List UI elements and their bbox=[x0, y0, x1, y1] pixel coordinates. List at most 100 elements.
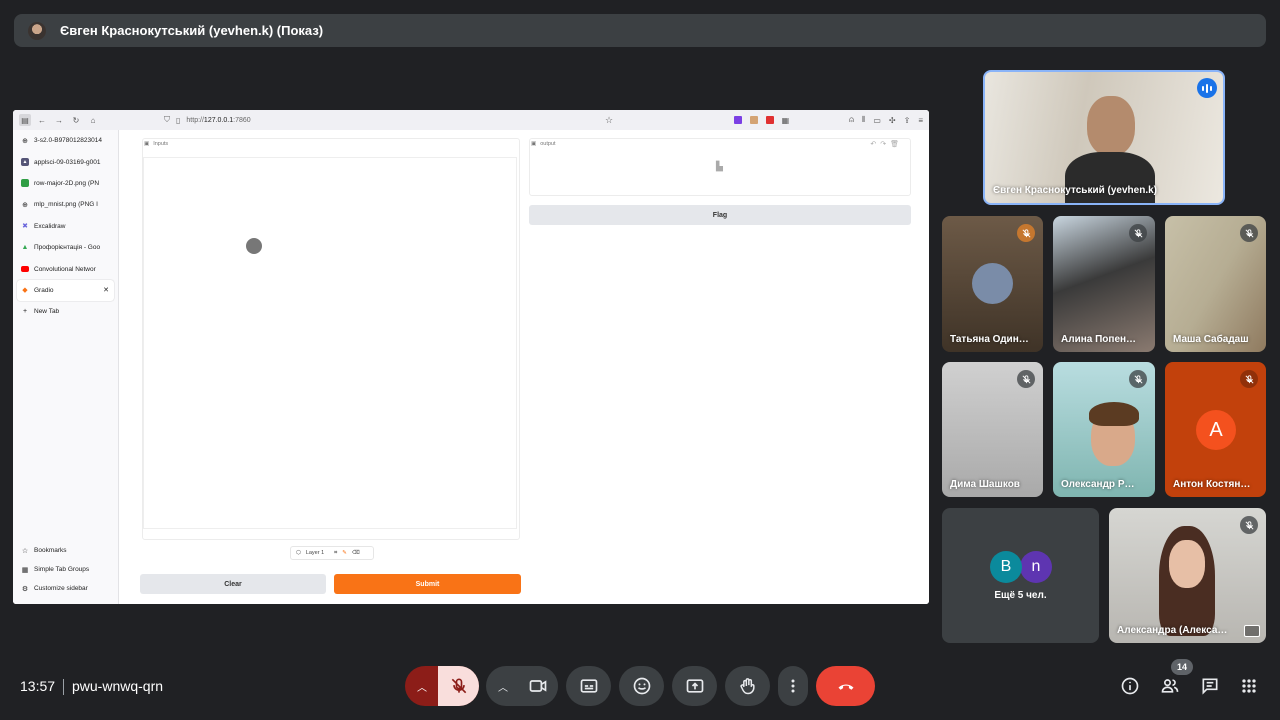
mic-off-icon bbox=[1129, 224, 1147, 242]
tab-item[interactable]: ⊕ 3-s2.0-B978012823014 bbox=[13, 130, 118, 151]
sidebar-bottom-label: Simple Tab Groups bbox=[34, 566, 90, 573]
participant-tile[interactable]: Дима Шашков bbox=[942, 362, 1043, 497]
hand-icon bbox=[739, 678, 755, 695]
clock: 13:57 bbox=[20, 678, 56, 694]
grid-icon: ▦ bbox=[21, 566, 29, 574]
layer-label[interactable]: Layer 1 bbox=[306, 550, 324, 556]
apps-grid-icon bbox=[1242, 679, 1256, 693]
ublock-icon[interactable] bbox=[765, 116, 774, 124]
page-icon: ▯ bbox=[176, 115, 181, 125]
crop-icon[interactable]: ⌗ bbox=[334, 550, 337, 557]
tab-item[interactable]: ▲ Профорієнтація - Goo bbox=[13, 237, 118, 258]
flag-button[interactable]: Flag bbox=[529, 205, 911, 225]
close-tab-icon[interactable]: ✕ bbox=[103, 286, 109, 294]
tab-label: Профорієнтація - Goo bbox=[34, 244, 101, 252]
mic-off-icon bbox=[1240, 370, 1258, 388]
star-icon: ☆ bbox=[21, 547, 29, 555]
tab-item[interactable]: ⊕ mlp_mnist.png (PNG I bbox=[13, 194, 118, 215]
sidebar-bookmarks[interactable]: ☆ Bookmarks bbox=[13, 541, 118, 560]
participant-tile[interactable]: Олександр Р… bbox=[1053, 362, 1155, 497]
library-icon[interactable]: ⫴ bbox=[862, 115, 865, 125]
tab-item-active[interactable]: ◆ Gradio ✕ bbox=[17, 279, 114, 302]
reactions-button[interactable] bbox=[619, 666, 664, 706]
leave-call-button[interactable] bbox=[816, 666, 875, 706]
brush-icon[interactable]: ✎ bbox=[342, 550, 347, 556]
extension-icon[interactable]: ▦ bbox=[782, 116, 790, 125]
chat-button[interactable] bbox=[1198, 674, 1222, 698]
share-icon[interactable]: ⇪ bbox=[904, 116, 911, 125]
participant-hair bbox=[1089, 402, 1139, 426]
participant-tile[interactable]: A Антон Костян… bbox=[1165, 362, 1266, 497]
tab-label: Convolutional Networ bbox=[34, 265, 96, 273]
output-label: ▣ output bbox=[531, 141, 556, 147]
tab-label: applsci-09-03169-g001 bbox=[34, 158, 101, 166]
camera-toggle-button[interactable] bbox=[518, 666, 558, 706]
bookmark-star-icon[interactable]: ☆ bbox=[605, 115, 613, 126]
url-prefix: http:// bbox=[186, 116, 204, 124]
sidebar-customize[interactable]: ⚙ Customize sidebar bbox=[13, 579, 118, 598]
layers-icon[interactable]: ⬡ bbox=[296, 550, 301, 556]
account-icon[interactable]: ⍝ bbox=[849, 115, 854, 125]
youtube-icon bbox=[21, 266, 29, 273]
raise-hand-button[interactable] bbox=[725, 666, 770, 706]
participant-tile[interactable]: Алина Попен… bbox=[1053, 216, 1155, 352]
pip-icon[interactable] bbox=[1244, 625, 1260, 637]
participant-tile[interactable]: Маша Сабадаш bbox=[1165, 216, 1266, 352]
extensions-icon[interactable]: ✣ bbox=[889, 116, 896, 125]
captions-button[interactable] bbox=[566, 666, 611, 706]
sketch-canvas[interactable] bbox=[143, 157, 517, 529]
participant-name: Алина Попен… bbox=[1061, 334, 1137, 345]
meeting-code: pwu-wnwq-qrn bbox=[72, 678, 164, 694]
back-icon[interactable]: ← bbox=[36, 114, 48, 126]
participant-avatar: A bbox=[1196, 410, 1236, 450]
more-participants-tile[interactable]: B n Ещё 5 чел. bbox=[942, 508, 1099, 643]
extension-icon[interactable] bbox=[733, 116, 742, 124]
hang-up-icon bbox=[838, 684, 853, 690]
extension-icon[interactable] bbox=[749, 116, 758, 124]
activities-button[interactable] bbox=[1237, 674, 1261, 698]
present-button[interactable] bbox=[672, 666, 717, 706]
chevron-up-icon[interactable]: ︿ bbox=[417, 679, 427, 694]
sidebar-tab-groups[interactable]: ▦ Simple Tab Groups bbox=[13, 560, 118, 579]
new-tab-button[interactable]: + New Tab bbox=[13, 301, 118, 322]
mic-off-icon bbox=[1240, 516, 1258, 534]
mic-toggle-button[interactable] bbox=[438, 666, 479, 706]
clear-button[interactable]: Clear bbox=[140, 574, 326, 594]
submit-button[interactable]: Submit bbox=[334, 574, 521, 594]
tab-item[interactable]: row-major-2D.png (PN bbox=[13, 173, 118, 194]
tab-label: mlp_mnist.png (PNG I bbox=[34, 201, 98, 209]
globe-icon: ⊕ bbox=[22, 137, 28, 145]
image-file-icon bbox=[21, 179, 29, 188]
sidebar-toggle-icon[interactable]: ▤ bbox=[19, 114, 31, 126]
tab-item[interactable]: Convolutional Networ bbox=[13, 258, 118, 279]
participant-tile[interactable]: Александра (Алекса… bbox=[1109, 508, 1266, 643]
browser-toolbar: ▤ ← → ↻ ⌂ ⛉ ▯ http://127.0.0.1:7860 ☆ ▦ … bbox=[13, 110, 929, 130]
participant-name: Дима Шашков bbox=[950, 479, 1020, 490]
chevron-up-icon[interactable]: ︿ bbox=[498, 679, 508, 694]
presenter-banner-title: Євген Краснокутський (yevhen.k) (Показ) bbox=[60, 23, 324, 38]
eraser-icon[interactable]: ⌫ bbox=[352, 550, 360, 556]
meeting-info-button[interactable] bbox=[1118, 674, 1142, 698]
people-count-badge: 14 bbox=[1171, 659, 1193, 675]
gear-icon: ⚙ bbox=[21, 585, 29, 593]
home-icon[interactable]: ⌂ bbox=[87, 114, 99, 126]
url-bar[interactable]: ⛉ ▯ http://127.0.0.1:7860 bbox=[164, 115, 251, 125]
participant-avatar: B bbox=[990, 551, 1022, 583]
globe-icon: ⊕ bbox=[22, 201, 28, 209]
forward-icon[interactable]: → bbox=[53, 114, 65, 126]
menu-icon[interactable]: ≡ bbox=[918, 116, 923, 125]
participant-name: Олександр Р… bbox=[1061, 479, 1135, 490]
reader-icon[interactable]: ▭ bbox=[873, 116, 881, 125]
sidebar-bottom-label: Customize sidebar bbox=[34, 585, 88, 592]
page-favicon-icon: ▲ bbox=[21, 158, 29, 167]
reload-icon[interactable]: ↻ bbox=[70, 114, 82, 126]
tab-item[interactable]: ▲ applsci-09-03169-g001 bbox=[13, 151, 118, 172]
more-options-button[interactable] bbox=[778, 666, 808, 706]
google-drive-icon: ▲ bbox=[21, 244, 29, 252]
tab-item[interactable]: ✖ Excalidraw bbox=[13, 216, 118, 237]
presenter-face bbox=[1087, 96, 1135, 156]
people-button[interactable] bbox=[1158, 674, 1182, 698]
more-vert-icon bbox=[791, 679, 795, 693]
presenter-tile[interactable]: Євген Краснокутський (yevhen.k) bbox=[983, 70, 1225, 205]
participant-tile[interactable]: Татьяна Один… bbox=[942, 216, 1043, 352]
